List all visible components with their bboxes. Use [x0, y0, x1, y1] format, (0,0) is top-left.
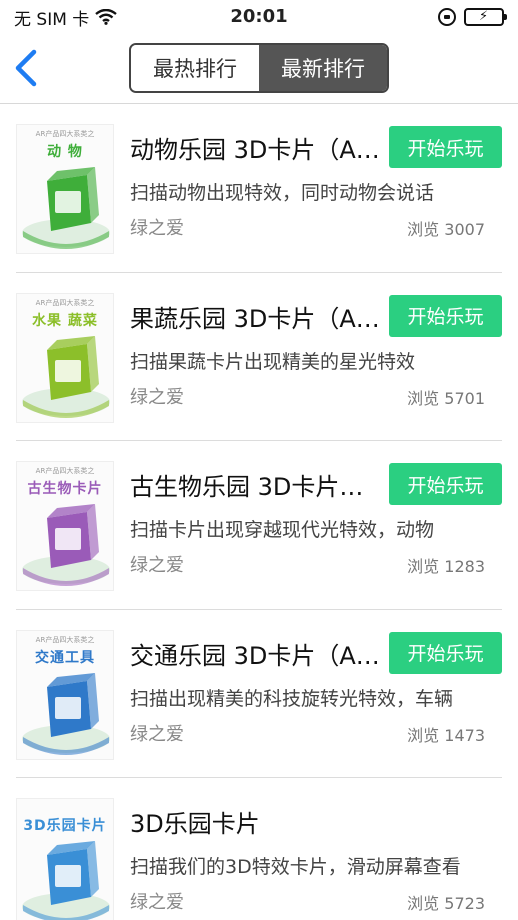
product-thumbnail: 3D乐园卡片 — [16, 798, 114, 920]
views-number: 5723 — [444, 894, 485, 913]
start-play-button[interactable]: 开始乐玩 — [389, 294, 502, 337]
list-item[interactable]: AR产品四大系类之 交通工具 交通乐园 3D卡片（AR） 扫描出现精美的科技旋转… — [0, 610, 518, 779]
views-prefix: 浏览 — [407, 894, 440, 913]
rotation-lock-icon — [438, 8, 456, 26]
item-title: 3D乐园卡片 — [130, 810, 260, 838]
ranking-segmented-control: 最热排行 最新排行 — [129, 43, 389, 93]
thumbnail-title: 古生物卡片 — [27, 481, 103, 497]
views-prefix: 浏览 — [407, 220, 440, 239]
views-number: 3007 — [444, 220, 485, 239]
item-view-count: 浏览 5701 — [407, 385, 485, 409]
item-view-count: 浏览 5723 — [407, 890, 485, 914]
carrier-label: 无 SIM 卡 — [14, 9, 90, 30]
thumbnail-series-label: AR产品四大系类之 — [35, 635, 95, 644]
back-chevron-icon[interactable] — [10, 48, 46, 88]
wifi-icon — [95, 9, 118, 25]
nav-bar: 最热排行 最新排行 — [0, 34, 518, 104]
product-thumbnail: AR产品四大系类之 古生物卡片 — [16, 461, 114, 591]
item-description: 扫描动物出现特效，同时动物会说话 — [130, 182, 435, 204]
item-description: 扫描我们的3D特效卡片，滑动屏幕查看 — [130, 856, 461, 878]
card-box-image — [22, 504, 110, 586]
item-view-count: 浏览 1473 — [407, 722, 485, 746]
views-prefix: 浏览 — [407, 388, 440, 408]
item-title: 交通乐园 3D卡片（AR） — [130, 641, 382, 670]
card-list: AR产品四大系类之 动 物 动物乐园 3D卡片（AR） 扫描动物出现特效，同时动… — [0, 104, 518, 920]
tab-hottest[interactable]: 最热排行 — [131, 45, 259, 91]
card-box-image — [22, 841, 110, 920]
card-box-image — [22, 672, 110, 755]
item-author: 绿之爱 — [130, 892, 184, 913]
product-thumbnail: AR产品四大系类之 交通工具 — [16, 629, 114, 760]
item-description: 扫描卡片出现穿越现代光特效，动物 — [130, 519, 435, 541]
status-right: ⚡ — [438, 8, 507, 26]
item-view-count: 浏览 1283 — [407, 553, 485, 577]
item-view-count: 浏览 3007 — [407, 216, 485, 240]
item-title: 古生物乐园 3D卡片（AR） — [130, 473, 382, 501]
item-author: 绿之爱 — [130, 723, 184, 745]
thumbnail-title: 交通工具 — [35, 649, 95, 666]
list-item[interactable]: 3D乐园卡片 3D乐园卡片 扫描我们的3D特效卡片，滑动屏幕查看 绿之爱 浏览 … — [0, 778, 518, 920]
start-play-button[interactable]: 开始乐玩 — [389, 463, 502, 505]
product-thumbnail: AR产品四大系类之 动 物 — [16, 124, 114, 254]
thumbnail-title: 动 物 — [47, 144, 83, 160]
thumbnail-series-label: AR产品四大系类之 — [35, 467, 95, 475]
views-prefix: 浏览 — [407, 725, 440, 745]
product-thumbnail: AR产品四大系类之 水果 蔬菜 — [16, 292, 114, 423]
list-item[interactable]: AR产品四大系类之 水果 蔬菜 果蔬乐园 3D卡片（AR） 扫描果蔬卡片出现精美… — [0, 273, 518, 442]
item-title: 果蔬乐园 3D卡片（AR） — [130, 304, 382, 333]
thumbnail-series-label: AR产品四大系类之 — [35, 298, 95, 307]
item-author: 绿之爱 — [130, 218, 184, 239]
views-number: 1473 — [444, 725, 485, 745]
views-number: 1283 — [444, 557, 485, 576]
item-description: 扫描果蔬卡片出现精美的星光特效 — [130, 350, 416, 373]
start-play-button[interactable]: 开始乐玩 — [389, 126, 502, 168]
views-prefix: 浏览 — [407, 557, 440, 576]
tab-newest[interactable]: 最新排行 — [259, 45, 387, 91]
start-play-button[interactable]: 开始乐玩 — [389, 631, 502, 674]
thumbnail-title: 水果 蔬菜 — [32, 312, 98, 329]
thumbnail-series-label: AR产品四大系类之 — [35, 130, 95, 138]
status-bar: 无 SIM 卡 ⚡ — [0, 0, 518, 34]
item-description: 扫描出现精美的科技旋转光特效，车辆 — [130, 687, 454, 710]
card-box-image — [22, 167, 110, 249]
status-left: 无 SIM 卡 — [14, 5, 118, 30]
thumbnail-title: 3D乐园卡片 — [23, 818, 107, 834]
list-item[interactable]: AR产品四大系类之 古生物卡片 古生物乐园 3D卡片（AR） 扫描卡片出现穿越现… — [0, 441, 518, 610]
views-number: 5701 — [444, 388, 485, 408]
item-author: 绿之爱 — [130, 386, 184, 408]
list-item[interactable]: AR产品四大系类之 动 物 动物乐园 3D卡片（AR） 扫描动物出现特效，同时动… — [0, 104, 518, 273]
item-author: 绿之爱 — [130, 555, 184, 576]
item-title: 动物乐园 3D卡片（AR） — [130, 136, 382, 164]
card-box-image — [22, 335, 110, 418]
battery-icon: ⚡ — [464, 8, 507, 26]
